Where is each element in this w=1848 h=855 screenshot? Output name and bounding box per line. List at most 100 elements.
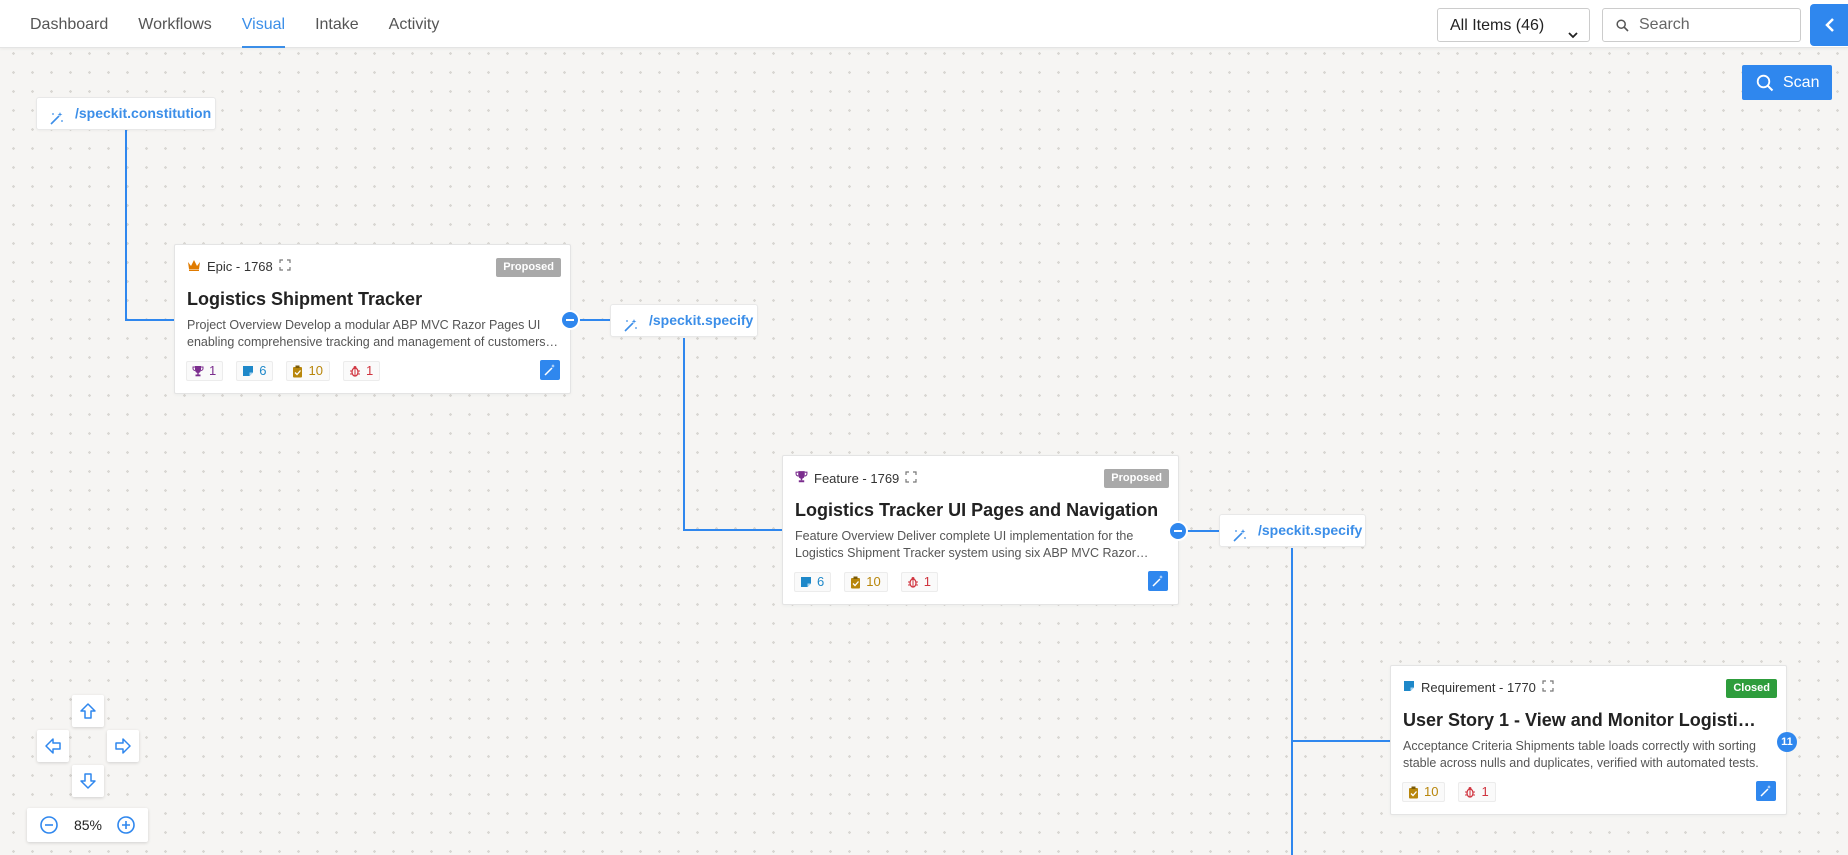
arrow-down-icon [80, 773, 96, 789]
command-node-specify-1[interactable]: /speckit.specify [610, 304, 758, 337]
bug-count-badge[interactable]: 1 [900, 572, 938, 592]
magic-wand-icon [1760, 785, 1771, 797]
command-node-specify-2[interactable]: /speckit.specify [1219, 514, 1366, 547]
tab-activity[interactable]: Activity [389, 0, 440, 48]
command-node-constitution[interactable]: /speckit.constitution [36, 97, 216, 130]
magic-wand-icon [623, 313, 638, 344]
card-type-header: Feature - 1769 [795, 470, 917, 486]
trophy-icon [192, 366, 204, 377]
zoom-level: 85% [73, 817, 103, 833]
bug-count: 1 [365, 363, 374, 378]
collapse-children-toggle[interactable] [560, 310, 580, 330]
card-description: Project Overview Develop a modular ABP M… [187, 318, 546, 349]
sticky-note-icon [801, 577, 811, 587]
expand-icon[interactable] [1542, 680, 1554, 695]
bug-icon [349, 366, 360, 377]
run-command-button[interactable] [540, 360, 560, 380]
trophy-icon [795, 470, 808, 486]
card-description: Acceptance Criteria Shipments table load… [1403, 739, 1759, 770]
tab-visual[interactable]: Visual [241, 0, 286, 48]
main-tabs: Dashboard Workflows Visual Intake Activi… [30, 0, 469, 48]
child-counts: 6 10 1 [794, 572, 951, 592]
task-count: 10 [1424, 784, 1439, 799]
search-field[interactable] [1602, 8, 1801, 42]
items-filter-select[interactable]: All Items (46) [1437, 8, 1590, 42]
search-icon [1616, 19, 1629, 37]
child-count-badge[interactable]: 11 [1777, 732, 1797, 752]
expand-icon[interactable] [279, 259, 291, 274]
card-type-label: Feature - 1769 [814, 470, 900, 486]
task-count: 10 [866, 574, 881, 589]
card-title: User Story 1 - View and Monitor Logistic… [1403, 710, 1763, 730]
arrow-up-icon [80, 703, 96, 719]
run-command-button[interactable] [1756, 781, 1776, 801]
bug-count: 1 [923, 574, 931, 589]
tab-workflows[interactable]: Workflows [138, 0, 212, 48]
card-type-label: Epic - 1768 [207, 259, 273, 274]
clipboard-icon [851, 576, 861, 588]
run-command-button[interactable] [1148, 571, 1168, 591]
feature-count-badge[interactable]: 1 [186, 361, 224, 381]
crown-icon [187, 259, 201, 274]
card-title: Logistics Shipment Tracker [187, 289, 423, 309]
tab-intake[interactable]: Intake [315, 0, 359, 48]
collapse-children-toggle[interactable] [1168, 521, 1188, 541]
task-count: 10 [308, 363, 323, 378]
task-count-badge[interactable]: 10 [286, 361, 330, 381]
items-filter-value: All Items (46) [1450, 17, 1545, 34]
pan-up-button[interactable] [72, 695, 104, 727]
clipboard-icon [1409, 786, 1418, 798]
child-counts: 10 1 [1402, 782, 1509, 802]
status-badge: Proposed [1104, 469, 1169, 488]
arrow-right-icon [115, 738, 131, 754]
card-description: Feature Overview Deliver complete UI imp… [795, 529, 1136, 560]
command-label: /speckit.specify [1258, 522, 1363, 538]
bug-count-badge[interactable]: 1 [1458, 782, 1496, 802]
child-counts: 1 6 10 1 [186, 361, 393, 381]
chevron-down-icon [1567, 20, 1579, 54]
work-item-card-requirement[interactable]: Requirement - 1770 Closed User Story 1 -… [1390, 665, 1787, 815]
requirement-count: 6 [259, 363, 267, 378]
bug-count-badge[interactable]: 1 [342, 361, 381, 381]
search-input[interactable] [1639, 12, 1794, 38]
scan-button[interactable]: Scan [1742, 65, 1832, 100]
arrow-left-icon [45, 738, 61, 754]
work-item-card-feature[interactable]: Feature - 1769 Proposed Logistics Tracke… [782, 455, 1179, 605]
command-label: /speckit.constitution [75, 105, 212, 121]
magic-wand-icon [544, 364, 555, 376]
sticky-note-icon [243, 366, 254, 376]
tab-dashboard[interactable]: Dashboard [30, 0, 108, 48]
magic-wand-icon [49, 106, 64, 137]
task-count-badge[interactable]: 10 [844, 572, 888, 592]
sticky-note-icon [1403, 680, 1415, 695]
pan-right-button[interactable] [107, 730, 139, 762]
collapse-panel-button[interactable] [1810, 4, 1848, 46]
requirement-count-badge[interactable]: 6 [794, 572, 832, 592]
bug-icon [1465, 787, 1476, 798]
task-count-badge[interactable]: 10 [1402, 782, 1446, 802]
pan-down-button[interactable] [72, 765, 104, 797]
pan-left-button[interactable] [37, 730, 69, 762]
card-title: Logistics Tracker UI Pages and Navigatio… [795, 500, 1159, 520]
requirement-count-badge[interactable]: 6 [236, 361, 274, 381]
feature-count: 1 [209, 363, 217, 378]
zoom-controls: 85% [27, 808, 148, 842]
zoom-in-button[interactable] [116, 815, 136, 835]
bug-icon [907, 577, 918, 588]
card-type-header: Requirement - 1770 [1403, 680, 1554, 695]
card-type-label: Requirement - 1770 [1421, 680, 1536, 695]
expand-icon[interactable] [905, 470, 917, 486]
bug-count: 1 [1481, 784, 1489, 799]
requirement-count: 6 [817, 574, 825, 589]
scan-button-label: Scan [1783, 74, 1820, 91]
zoom-out-button[interactable] [39, 815, 59, 835]
command-label: /speckit.specify [649, 312, 754, 328]
plus-circle-icon [117, 816, 135, 834]
top-navigation-bar: Dashboard Workflows Visual Intake Activi… [0, 0, 1848, 48]
magic-wand-icon [1152, 575, 1163, 587]
card-type-header: Epic - 1768 [187, 259, 291, 274]
clipboard-icon [293, 365, 303, 377]
minus-circle-icon [40, 816, 58, 834]
magic-wand-icon [1232, 523, 1247, 554]
work-item-card-epic[interactable]: Epic - 1768 Proposed Logistics Shipment … [174, 244, 571, 394]
